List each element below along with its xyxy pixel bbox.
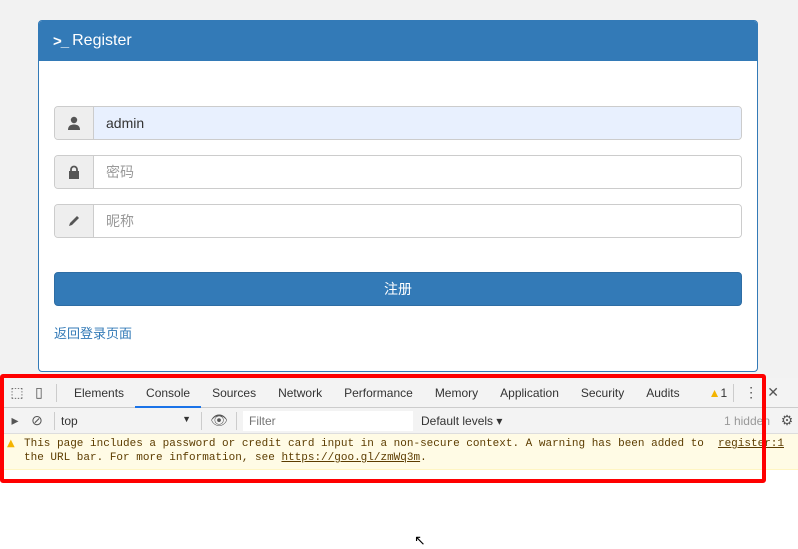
filter-input[interactable] <box>243 410 413 431</box>
log-levels-select[interactable]: Default levels ▾ <box>421 414 502 428</box>
warning-counter[interactable]: ▲ 1 <box>709 386 728 400</box>
divider <box>236 411 237 430</box>
pencil-icon <box>55 205 94 237</box>
tab-memory[interactable]: Memory <box>424 378 489 408</box>
register-panel: >_ Register 注册 返回登录页面 <box>38 20 758 372</box>
context-select[interactable]: top ▼ <box>61 414 195 428</box>
context-value: top <box>61 413 78 428</box>
inspect-element-icon[interactable]: ⬚ <box>6 378 28 408</box>
warning-text: the URL bar. For more information, see <box>24 452 282 464</box>
password-group <box>54 155 742 189</box>
divider <box>733 383 735 402</box>
settings-gear-icon[interactable]: ⚙ <box>776 406 798 436</box>
divider <box>54 411 55 430</box>
sidebar-toggle-icon[interactable]: ▸ <box>4 406 26 436</box>
clear-console-icon[interactable]: ⊘ <box>26 406 48 436</box>
warning-text-end: . <box>420 452 427 464</box>
hidden-count: 1 hidden <box>723 413 770 428</box>
more-info-link[interactable]: https://goo.gl/zmWq3m <box>281 452 420 464</box>
source-link[interactable]: register:1 <box>718 437 784 451</box>
register-button[interactable]: 注册 <box>54 272 742 306</box>
divider <box>56 383 57 402</box>
nickname-input[interactable] <box>94 205 741 237</box>
warning-icon: ▲ <box>7 438 15 449</box>
back-to-login-link[interactable]: 返回登录页面 <box>54 323 132 342</box>
username-group <box>54 106 742 140</box>
panel-title: Register <box>72 32 132 49</box>
panel-header: >_ Register <box>39 21 757 61</box>
nickname-group <box>54 204 742 238</box>
terminal-icon: >_ <box>53 32 69 50</box>
devtools-panel: ⬚ ▯ Elements Console Sources Network Per… <box>0 378 798 470</box>
tab-security[interactable]: Security <box>570 378 635 408</box>
dropdown-arrow-icon: ▼ <box>182 413 191 424</box>
tab-audits[interactable]: Audits <box>635 378 690 408</box>
console-warning-message: ▲ This page includes a password or credi… <box>0 434 798 470</box>
tab-application[interactable]: Application <box>489 378 570 408</box>
user-icon <box>55 107 94 139</box>
close-icon[interactable]: ✕ <box>762 378 784 408</box>
username-input[interactable] <box>94 107 741 139</box>
warning-icon: ▲ <box>708 385 721 400</box>
device-toolbar-icon[interactable]: ▯ <box>28 378 50 408</box>
tab-network[interactable]: Network <box>267 378 333 408</box>
devtools-tabbar: ⬚ ▯ Elements Console Sources Network Per… <box>0 378 798 408</box>
more-options-icon[interactable]: ⋮ <box>740 378 762 408</box>
password-input[interactable] <box>94 156 741 188</box>
tab-performance[interactable]: Performance <box>333 378 424 408</box>
console-toolbar: ▸ ⊘ top ▼ 👁 Default levels ▾ 1 hidden ⚙ <box>0 408 798 434</box>
warning-text-line2: the URL bar. For more information, see h… <box>24 451 792 465</box>
lock-icon <box>55 156 94 188</box>
tab-sources[interactable]: Sources <box>201 378 267 408</box>
tab-elements[interactable]: Elements <box>63 378 135 408</box>
divider <box>201 411 202 430</box>
eye-icon[interactable]: 👁 <box>208 406 230 436</box>
warning-count: 1 <box>720 385 728 400</box>
mouse-cursor-icon: ↖ <box>414 532 426 548</box>
tab-console[interactable]: Console <box>135 378 202 408</box>
warning-text-line1: This page includes a password or credit … <box>24 438 704 450</box>
